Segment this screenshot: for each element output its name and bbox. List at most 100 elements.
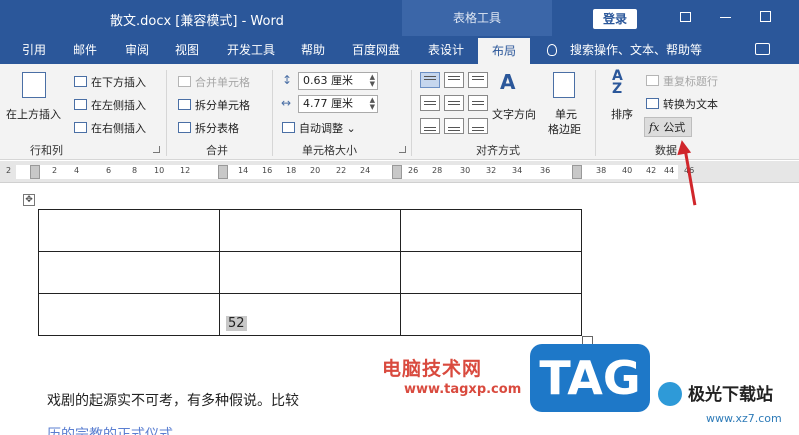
- formula-button[interactable]: fx 公式: [644, 117, 693, 137]
- table-row: [38, 251, 582, 294]
- group-separator: [595, 70, 596, 156]
- split-cells-label: 拆分单元格: [195, 99, 250, 112]
- tab-mailings[interactable]: 邮件: [60, 36, 110, 64]
- group-data-label: 数据: [655, 144, 677, 157]
- tab-view[interactable]: 视图: [162, 36, 212, 64]
- autofit-label: 自动调整: [299, 122, 343, 135]
- cell-margins-button-line1[interactable]: 单元: [555, 106, 577, 122]
- table-cell[interactable]: [38, 209, 220, 252]
- table-cell[interactable]: [400, 251, 582, 294]
- align-bottom-center-icon[interactable]: [444, 118, 464, 134]
- table-cell-selected[interactable]: 52: [219, 293, 401, 336]
- ruler-tick: 38: [596, 166, 607, 175]
- tab-review[interactable]: 审阅: [112, 36, 162, 64]
- align-top-left-icon[interactable]: [420, 72, 440, 88]
- cell-size-launcher-icon[interactable]: [399, 146, 406, 153]
- ruler-marker-icon[interactable]: [392, 165, 402, 179]
- spin-arrows-icon[interactable]: ▲ ▼: [370, 74, 375, 88]
- sort-button[interactable]: 排序: [611, 106, 633, 122]
- ruler-tick: 42: [646, 166, 657, 175]
- word-table[interactable]: 52: [38, 209, 582, 336]
- align-bottom-left-icon[interactable]: [420, 118, 440, 134]
- maximize-icon[interactable]: [760, 11, 771, 22]
- split-table-button[interactable]: 拆分表格: [178, 120, 239, 136]
- merge-cells-button[interactable]: 合并单元格: [178, 74, 250, 90]
- align-middle-center-icon[interactable]: [444, 95, 464, 111]
- ruler-tick: 2: [52, 166, 58, 175]
- align-top-right-icon[interactable]: [468, 72, 488, 88]
- align-bottom-right-icon[interactable]: [468, 118, 488, 134]
- table-cell[interactable]: [38, 293, 220, 336]
- align-middle-right-icon[interactable]: [468, 95, 488, 111]
- repeat-header-button[interactable]: 重复标题行: [646, 73, 718, 89]
- insert-left-button[interactable]: 在左侧插入: [74, 97, 146, 113]
- group-separator: [272, 70, 273, 156]
- autofit-button[interactable]: 自动调整 ⌄: [282, 120, 356, 136]
- minimize-icon[interactable]: [720, 17, 731, 18]
- cell-margins-icon: [553, 72, 575, 98]
- convert-to-text-icon: [646, 98, 659, 109]
- tab-help[interactable]: 帮助: [290, 36, 336, 64]
- formula-label: 公式: [663, 121, 686, 134]
- sort-icon: AZ: [612, 68, 623, 97]
- tab-references[interactable]: 引用: [12, 36, 56, 64]
- insert-right-button[interactable]: 在右侧插入: [74, 120, 146, 136]
- split-cells-button[interactable]: 拆分单元格: [178, 97, 250, 113]
- table-cell[interactable]: [219, 251, 401, 294]
- ruler-marker-icon[interactable]: [30, 165, 40, 179]
- chevron-down-icon: ⌄: [343, 122, 356, 135]
- align-middle-left-icon[interactable]: [420, 95, 440, 111]
- tab-developer[interactable]: 开发工具: [220, 36, 282, 64]
- ruler-tick: 34: [512, 166, 523, 175]
- paragraph-text[interactable]: 戏剧的起源实不可考，有多种假说。比较: [47, 390, 299, 410]
- annotation-arrow-head-icon: [674, 138, 692, 156]
- tab-baidu-netdisk[interactable]: 百度网盘: [344, 36, 408, 64]
- text-direction-button[interactable]: 文字方向: [492, 106, 536, 122]
- ruler-tick: 26: [408, 166, 419, 175]
- insert-below-button[interactable]: 在下方插入: [74, 74, 146, 90]
- lightbulb-icon: [547, 44, 557, 56]
- comment-icon[interactable]: [755, 43, 770, 55]
- ruler-tick: 12: [180, 166, 191, 175]
- title-bar: 散文.docx [兼容模式] - Word 表格工具 登录: [0, 0, 799, 36]
- login-button[interactable]: 登录: [593, 9, 637, 29]
- ruler-tick: 10: [154, 166, 165, 175]
- ruler-tick: 2: [6, 166, 12, 175]
- group-rows-cols-label: 行和列: [30, 144, 63, 157]
- cell-height-value: 0.63 厘米: [303, 74, 353, 87]
- tell-me-search[interactable]: 搜索操作、文本、帮助等: [570, 36, 702, 64]
- tab-table-design[interactable]: 表设计: [418, 36, 474, 64]
- repeat-header-icon: [646, 75, 659, 86]
- cell-width-input[interactable]: 4.77 厘米 ▲ ▼: [298, 95, 378, 113]
- table-cell[interactable]: [400, 209, 582, 252]
- repeat-header-label: 重复标题行: [663, 75, 718, 88]
- cell-height-input[interactable]: 0.63 厘米 ▲ ▼: [298, 72, 378, 90]
- insert-above-button[interactable]: 在上方插入: [6, 106, 61, 122]
- insert-right-icon: [74, 122, 87, 133]
- ruler-tick: 8: [132, 166, 138, 175]
- spin-arrows-icon[interactable]: ▲ ▼: [370, 97, 375, 111]
- ribbon-display-icon[interactable]: [680, 12, 691, 22]
- insert-right-label: 在右侧插入: [91, 122, 146, 135]
- split-table-label: 拆分表格: [195, 122, 239, 135]
- cell-margins-button-line2[interactable]: 格边距: [548, 121, 581, 137]
- table-cell[interactable]: [219, 209, 401, 252]
- watermark-url: www.tagxp.com: [404, 382, 522, 397]
- insert-below-label: 在下方插入: [91, 76, 146, 89]
- convert-to-text-button[interactable]: 转换为文本: [646, 96, 718, 112]
- table-cell[interactable]: [38, 251, 220, 294]
- cell-width-value: 4.77 厘米: [303, 97, 353, 110]
- ribbon-tabs: 引用 邮件 审阅 视图 开发工具 帮助 百度网盘 表设计 布局 搜索操作、文本、…: [0, 36, 799, 64]
- tab-layout[interactable]: 布局: [478, 38, 530, 64]
- table-cell[interactable]: [400, 293, 582, 336]
- ruler-tick: 30: [460, 166, 471, 175]
- ruler-marker-icon[interactable]: [572, 165, 582, 179]
- table-move-handle-icon[interactable]: ✥: [23, 194, 35, 206]
- insert-above-icon: [22, 72, 46, 98]
- align-top-center-icon[interactable]: [444, 72, 464, 88]
- rows-cols-launcher-icon[interactable]: [153, 146, 160, 153]
- ruler-marker-icon[interactable]: [218, 165, 228, 179]
- horizontal-ruler[interactable]: 2 2 4 6 8 10 12 14 16 18 20 22 24 26 28 …: [0, 161, 799, 183]
- group-separator: [411, 70, 412, 156]
- paragraph-text[interactable]: 历的宗教的正式仪式: [47, 424, 173, 435]
